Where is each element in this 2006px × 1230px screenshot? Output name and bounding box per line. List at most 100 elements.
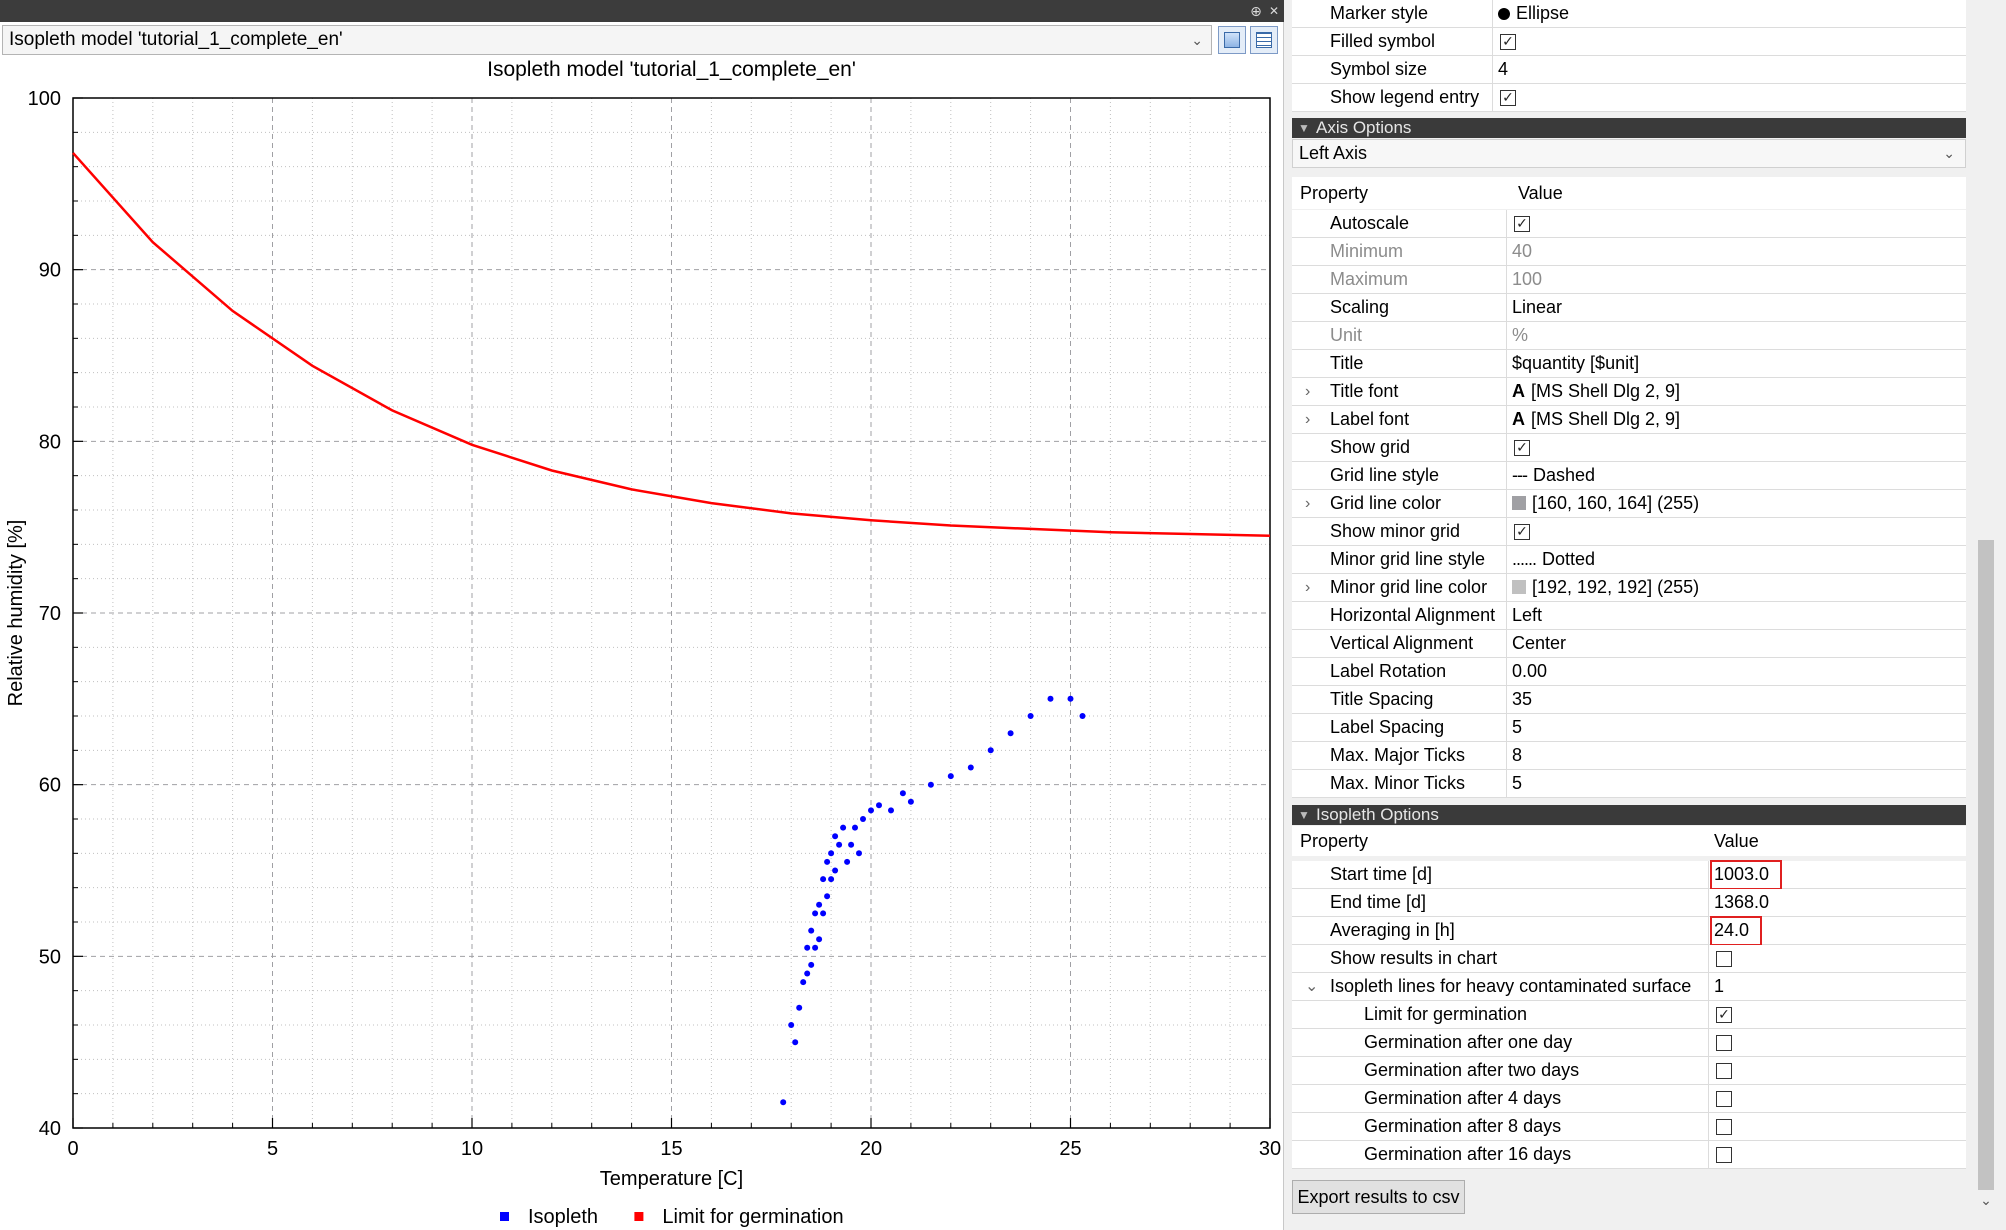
checkbox-show-legend-entry[interactable]: ✓ <box>1500 90 1516 106</box>
isopleth-point <box>812 944 819 951</box>
property-row-label-spacing[interactable]: Label Spacing 5 <box>1292 714 1966 742</box>
property-row-max-major-ticks[interactable]: Max. Major Ticks 8 <box>1292 742 1966 770</box>
property-value[interactable]: Ellipse <box>1498 0 1569 27</box>
chart-view-button[interactable] <box>1218 26 1246 54</box>
float-dock-icon[interactable]: ⊕ <box>1248 3 1264 19</box>
property-value[interactable]: Center <box>1512 630 1566 657</box>
checkbox-germination-after-one-day[interactable] <box>1716 1035 1732 1051</box>
checkbox-filled-symbol[interactable]: ✓ <box>1500 34 1516 50</box>
property-value[interactable]: Linear <box>1512 294 1562 321</box>
property-row-unit[interactable]: Unit% <box>1292 322 1966 350</box>
property-value[interactable]: --- Dashed <box>1512 462 1595 489</box>
expand-arrow-icon[interactable]: › <box>1305 378 1310 405</box>
property-row-title-font[interactable]: › Title font A [MS Shell Dlg 2, 9] <box>1292 378 1966 406</box>
checkbox-limit-for-germination[interactable]: ✓ <box>1716 1007 1732 1023</box>
property-row-germination-after-one-day[interactable]: Germination after one day <box>1292 1029 1966 1057</box>
property-value[interactable]: 4 <box>1498 56 1508 83</box>
property-value[interactable]: $quantity [$unit] <box>1512 350 1639 377</box>
property-row-maximum[interactable]: Maximum 100 <box>1292 266 1966 294</box>
checkbox-show-minor-grid[interactable]: ✓ <box>1514 524 1530 540</box>
isopleth-options-header[interactable]: ▼ Isopleth Options <box>1292 805 1966 825</box>
property-row-grid-line-style[interactable]: Grid line style --- Dashed <box>1292 462 1966 490</box>
checkbox-germination-after-8-days[interactable] <box>1716 1119 1732 1135</box>
isopleth-point <box>796 1004 803 1011</box>
property-row-marker-style[interactable]: Marker style Ellipse <box>1292 0 1966 28</box>
property-row-label-rotation[interactable]: Label Rotation 0.00 <box>1292 658 1966 686</box>
property-row-minor-grid-line-style[interactable]: Minor grid line style ...... Dotted <box>1292 546 1966 574</box>
column-separator <box>1506 434 1507 462</box>
checkbox-show-results-in-chart[interactable] <box>1716 951 1732 967</box>
checkbox-germination-after-16-days[interactable] <box>1716 1147 1732 1163</box>
property-row-scaling[interactable]: Scaling Linear <box>1292 294 1966 322</box>
property-row-minor-grid-line-color[interactable]: › Minor grid line color [192, 192, 192] (2… <box>1292 574 1966 602</box>
column-separator <box>1506 546 1507 574</box>
property-value[interactable]: ...... Dotted <box>1512 546 1595 573</box>
property-value[interactable]: [192, 192, 192] (255) <box>1512 574 1699 601</box>
property-value[interactable]: A [MS Shell Dlg 2, 9] <box>1512 378 1680 405</box>
property-row-show-minor-grid[interactable]: Show minor grid ✓ <box>1292 518 1966 546</box>
property-value[interactable]: 8 <box>1512 742 1522 769</box>
property-row-limit-for-germination[interactable]: Limit for germination ✓ <box>1292 1001 1966 1029</box>
property-row-show-grid[interactable]: Show grid ✓ <box>1292 434 1966 462</box>
property-row-germination-after-4-days[interactable]: Germination after 4 days <box>1292 1085 1966 1113</box>
column-separator <box>1492 56 1493 84</box>
property-value[interactable]: 1 <box>1714 973 1724 1000</box>
property-row-isopleth-lines-for-heavy-contaminated-surface[interactable]: ⌄ Isopleth lines for heavy contaminated s… <box>1292 973 1966 1001</box>
table-view-button[interactable] <box>1250 26 1278 54</box>
property-value[interactable]: 5 <box>1512 770 1522 797</box>
property-row-germination-after-8-days[interactable]: Germination after 8 days <box>1292 1113 1966 1141</box>
property-label: Germination after 4 days <box>1364 1088 1562 1108</box>
checkbox-germination-after-4-days[interactable] <box>1716 1091 1732 1107</box>
isopleth-point <box>788 1022 795 1028</box>
property-row-show-legend-entry[interactable]: Show legend entry ✓ <box>1292 84 1966 112</box>
property-value[interactable]: 35 <box>1512 686 1532 713</box>
expand-arrow-icon[interactable]: › <box>1305 574 1310 601</box>
property-value[interactable]: [160, 160, 164] (255) <box>1512 490 1699 517</box>
axis-select-dropdown[interactable]: Left Axis ⌄ <box>1292 139 1966 168</box>
dock-title-bar[interactable]: ⊕ ✕ <box>0 0 1284 22</box>
property-value[interactable]: 5 <box>1512 714 1522 741</box>
property-row-title-spacing[interactable]: Title Spacing 35 <box>1292 686 1966 714</box>
axis-options-header[interactable]: ▼ Axis Options <box>1292 118 1966 138</box>
property-row-start-time-d[interactable]: Start time [d] 1003.0 <box>1292 860 1966 890</box>
scrollbar-thumb[interactable] <box>1978 540 1994 1190</box>
property-row-end-time-d[interactable]: End time [d] 1368.0 <box>1292 889 1966 917</box>
property-row-max-minor-ticks[interactable]: Max. Minor Ticks 5 <box>1292 770 1966 798</box>
properties-scrollbar[interactable]: ⌄ <box>1966 0 2006 1230</box>
column-separator <box>1506 406 1507 434</box>
property-label: Minor grid line style <box>1330 549 1486 569</box>
property-row-horizontal-alignment[interactable]: Horizontal Alignment Left <box>1292 602 1966 630</box>
property-value[interactable]: A [MS Shell Dlg 2, 9] <box>1512 406 1680 433</box>
expand-arrow-icon[interactable]: › <box>1305 490 1310 517</box>
y-tick-label: 50 <box>39 946 61 968</box>
property-row-autoscale[interactable]: Autoscale ✓ <box>1292 210 1966 238</box>
chevron-down-icon: ⌄ <box>1191 32 1203 48</box>
property-value[interactable]: 0.00 <box>1512 658 1547 685</box>
property-row-filled-symbol[interactable]: Filled symbol ✓ <box>1292 28 1966 56</box>
checkbox-autoscale[interactable]: ✓ <box>1514 216 1530 232</box>
property-value[interactable]: Left <box>1512 602 1542 629</box>
scroll-down-arrow-icon[interactable]: ⌄ <box>1976 1192 1996 1212</box>
checkbox-germination-after-two-days[interactable] <box>1716 1063 1732 1079</box>
collapse-arrow-icon[interactable]: ⌄ <box>1305 973 1318 1000</box>
isopleth-point <box>987 747 994 754</box>
property-row-vertical-alignment[interactable]: Vertical Alignment Center <box>1292 630 1966 658</box>
property-row-title[interactable]: Title $quantity [$unit] <box>1292 350 1966 378</box>
property-value[interactable]: 1368.0 <box>1714 889 1769 916</box>
property-label: Germination after one day <box>1364 1032 1573 1052</box>
property-row-label-font[interactable]: › Label font A [MS Shell Dlg 2, 9] <box>1292 406 1966 434</box>
export-csv-button[interactable]: Export results to csv <box>1292 1180 1465 1214</box>
property-label: Vertical Alignment <box>1330 633 1474 653</box>
close-icon[interactable]: ✕ <box>1266 3 1282 19</box>
property-row-averaging-in-h[interactable]: Averaging in [h] 24.0 <box>1292 916 1966 946</box>
property-row-symbol-size[interactable]: Symbol size 4 <box>1292 56 1966 84</box>
property-row-minimum[interactable]: Minimum 40 <box>1292 238 1966 266</box>
model-select-dropdown[interactable]: Isopleth model 'tutorial_1_complete_en' … <box>2 25 1212 55</box>
property-row-germination-after-16-days[interactable]: Germination after 16 days <box>1292 1141 1966 1169</box>
expand-arrow-icon[interactable]: › <box>1305 406 1310 433</box>
checkbox-show-grid[interactable]: ✓ <box>1514 440 1530 456</box>
column-separator <box>1492 0 1493 28</box>
property-row-grid-line-color[interactable]: › Grid line color [160, 160, 164] (255) <box>1292 490 1966 518</box>
property-row-germination-after-two-days[interactable]: Germination after two days <box>1292 1057 1966 1085</box>
property-row-show-results-in-chart[interactable]: Show results in chart <box>1292 945 1966 973</box>
